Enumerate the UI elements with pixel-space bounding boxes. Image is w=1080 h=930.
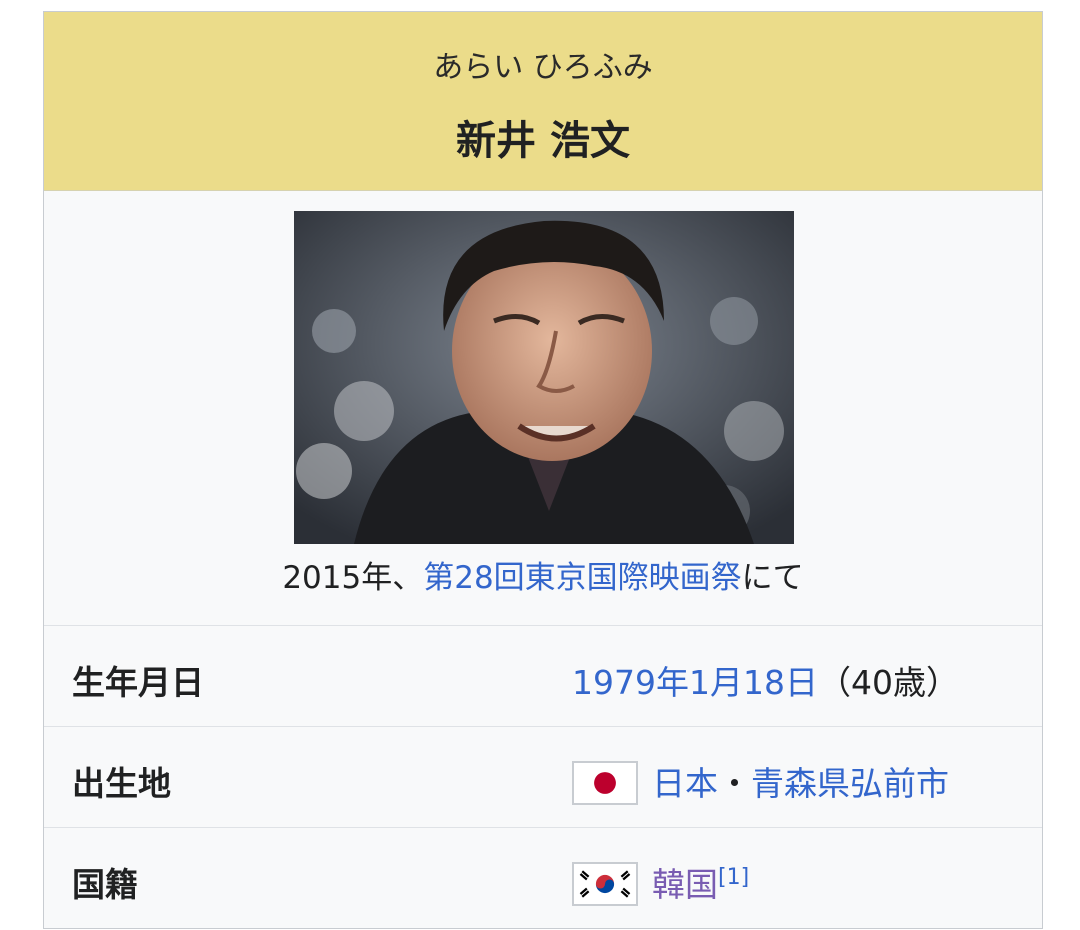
birthplace-row: 出生地 日本・青森県弘前市 bbox=[44, 726, 1042, 828]
birthdate-row: 生年月日 1979年1月18日（40歳） bbox=[44, 625, 1042, 727]
name-reading: あらい ひろふみ bbox=[433, 50, 653, 85]
film-festival-link[interactable]: 第28回東京国際映画祭 bbox=[423, 560, 741, 596]
photo-caption: 2015年、第28回東京国際映画祭にて bbox=[44, 552, 1042, 597]
japan-flag-icon[interactable] bbox=[572, 760, 638, 805]
caption-suffix: にて bbox=[741, 560, 804, 596]
nationality-value: 韓国[1] bbox=[572, 858, 749, 909]
birthdate-value: 1979年1月18日（40歳） bbox=[572, 656, 959, 704]
place-separator: ・ bbox=[718, 764, 751, 803]
infobox: あらい ひろふみ 新井 浩文 2015年、第28回東京国際映画祭にて 生年月日 … bbox=[43, 11, 1043, 929]
nationality-row: 国籍 韓国[1] bbox=[44, 827, 1042, 929]
nationality-label: 国籍 bbox=[72, 865, 138, 904]
caption-prefix: 2015年、 bbox=[282, 560, 424, 596]
portrait-image bbox=[294, 211, 794, 544]
age-text: （40歳） bbox=[817, 663, 959, 702]
birthdate-label: 生年月日 bbox=[72, 663, 204, 702]
reference-link[interactable]: [1] bbox=[718, 865, 749, 890]
south-korea-flag-icon[interactable] bbox=[572, 861, 638, 906]
hirosaki-link[interactable]: 青森県弘前市 bbox=[751, 764, 949, 803]
birthplace-value: 日本・青森県弘前市 bbox=[572, 757, 949, 808]
person-name: 新井 浩文 bbox=[456, 118, 630, 164]
japan-link[interactable]: 日本 bbox=[652, 764, 718, 803]
portrait-photo[interactable] bbox=[294, 211, 794, 544]
infobox-header: あらい ひろふみ 新井 浩文 bbox=[44, 12, 1042, 191]
birthplace-label: 出生地 bbox=[72, 764, 171, 803]
korea-link[interactable]: 韓国 bbox=[652, 865, 718, 904]
birthdate-link[interactable]: 1979年1月18日 bbox=[572, 663, 818, 702]
